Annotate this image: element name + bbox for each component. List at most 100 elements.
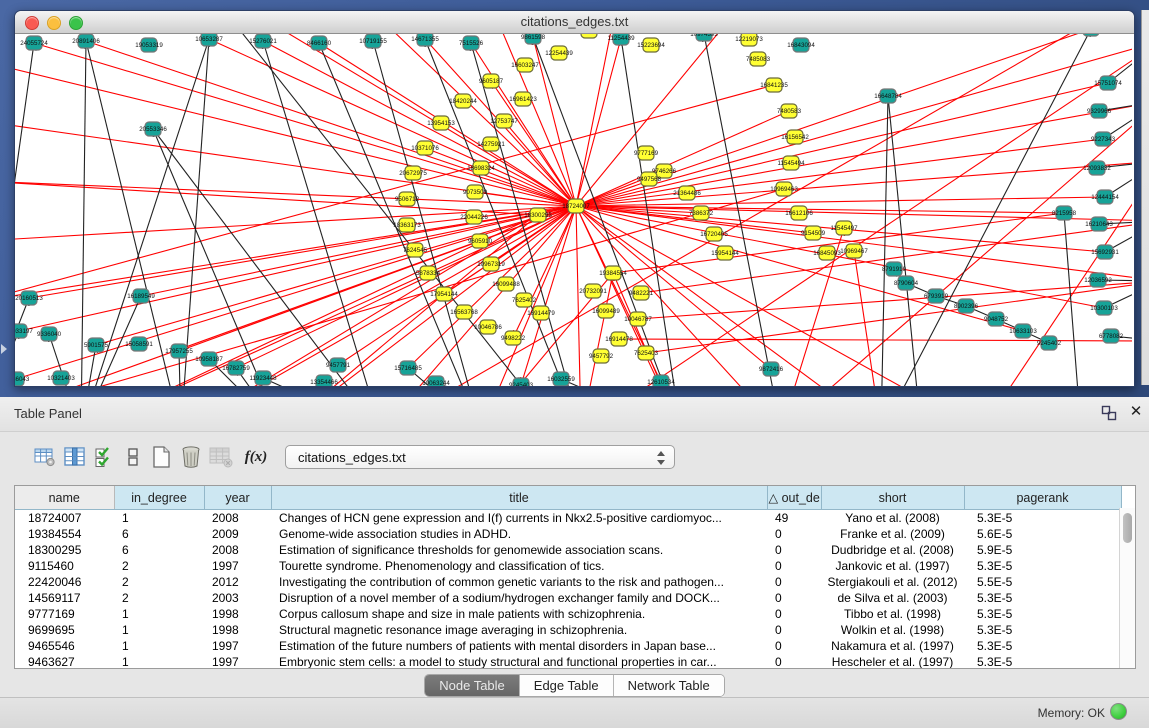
graph-edge[interactable] (16, 206, 576, 379)
table-row[interactable]: 1830029562008Estimation of significance … (15, 542, 1121, 558)
table-cell[interactable]: 0 (767, 654, 821, 669)
table-cell[interactable]: Structural magnetic resonance image aver… (271, 622, 767, 638)
table-cell[interactable]: Estimation of the future numbers of pati… (271, 638, 767, 654)
graph-edge[interactable] (15, 206, 576, 386)
table-cell[interactable]: 2008 (204, 510, 271, 527)
table-cell[interactable]: 6 (114, 526, 204, 542)
table-row[interactable]: 1872400712008Changes of HCN gene express… (15, 510, 1121, 527)
table-cell[interactable]: 1 (114, 606, 204, 622)
table-cell[interactable]: Jankovic et al. (1997) (821, 558, 964, 574)
table-cell[interactable]: 1997 (204, 558, 271, 574)
table-select-dropdown[interactable]: citations_edges.txt (285, 445, 675, 469)
table-row[interactable]: 1938455462009Genome-wide association stu… (15, 526, 1121, 542)
table-cell[interactable]: 1998 (204, 622, 271, 638)
table-cell[interactable]: Estimation of significance thresholds fo… (271, 542, 767, 558)
table-cell[interactable]: Yano et al. (2008) (821, 510, 964, 527)
table-cell[interactable]: 9115460 (15, 558, 114, 574)
table-cell[interactable]: 2009 (204, 526, 271, 542)
graph-edge[interactable] (854, 251, 881, 386)
graph-edge[interactable] (888, 96, 921, 386)
tab-network-table[interactable]: Network Table (614, 675, 724, 696)
graph-edge[interactable] (576, 83, 1108, 206)
column-header[interactable]: in_degree (114, 486, 204, 510)
table-row[interactable]: 1456911722003Disruption of a novel membe… (15, 590, 1121, 606)
table-cell[interactable]: Franke et al. (2009) (821, 526, 964, 542)
network-window[interactable]: citations_edges.txt 24055724208914061905… (14, 10, 1135, 387)
graph-edge[interactable] (15, 189, 784, 386)
table-cell[interactable]: 1 (114, 510, 204, 527)
graph-edge[interactable] (15, 121, 576, 206)
table-cell[interactable]: 5.3E-5 (964, 638, 1121, 654)
table-row[interactable]: 2242004622012Investigating the contribut… (15, 574, 1121, 590)
table-cell[interactable]: 9699695 (15, 622, 114, 638)
table-cell[interactable]: 18724007 (15, 510, 114, 527)
table-cell[interactable]: 1997 (204, 638, 271, 654)
table-cell[interactable]: 1998 (204, 606, 271, 622)
select-columns-button[interactable] (62, 443, 88, 471)
table-cell[interactable]: 14569117 (15, 590, 114, 606)
delete-rows-button[interactable] (178, 443, 204, 471)
column-header[interactable]: short (821, 486, 964, 510)
table-cell[interactable]: 0 (767, 638, 821, 654)
tab-node-table[interactable]: Node Table (425, 675, 520, 696)
network-window-titlebar[interactable]: citations_edges.txt (15, 11, 1134, 34)
table-cell[interactable]: 5.3E-5 (964, 510, 1121, 527)
table-cell[interactable]: 5.9E-5 (964, 542, 1121, 558)
close-panel-icon[interactable]: ✕ (1128, 404, 1144, 420)
table-cell[interactable]: 0 (767, 606, 821, 622)
graph-edge[interactable] (81, 39, 209, 386)
graph-edge[interactable] (576, 206, 881, 386)
column-header[interactable]: title (271, 486, 767, 510)
scrollbar-thumb[interactable] (1123, 513, 1132, 543)
table-row[interactable]: 946554611997Estimation of the future num… (15, 638, 1121, 654)
table-cell[interactable]: 0 (767, 590, 821, 606)
table-cell[interactable]: 1997 (204, 654, 271, 669)
table-cell[interactable]: 1 (114, 622, 204, 638)
table-cell[interactable]: 5.3E-5 (964, 622, 1121, 638)
table-cell[interactable]: 2012 (204, 574, 271, 590)
table-cell[interactable]: 9465546 (15, 638, 114, 654)
table-cell[interactable]: 0 (767, 558, 821, 574)
table-cell[interactable]: 5.6E-5 (964, 526, 1121, 542)
show-rows-button[interactable] (120, 443, 146, 471)
column-header[interactable]: year (204, 486, 271, 510)
table-vertical-scrollbar[interactable] (1119, 508, 1135, 668)
graph-edge[interactable] (881, 96, 888, 386)
table-cell[interactable]: 2 (114, 558, 204, 574)
table-row[interactable]: 977716911998Corpus callosum shape and si… (15, 606, 1121, 622)
table-cell[interactable]: Tourette syndrome. Phenomenology and cla… (271, 558, 767, 574)
float-panel-icon[interactable] (1101, 405, 1117, 421)
graph-edge[interactable] (81, 41, 86, 386)
table-cell[interactable]: 2008 (204, 542, 271, 558)
table-cell[interactable]: 2 (114, 574, 204, 590)
table-cell[interactable]: Nakamura et al. (1997) (821, 638, 964, 654)
graph-edge[interactable] (576, 197, 1105, 206)
table-cell[interactable]: 5.3E-5 (964, 590, 1121, 606)
table-cell[interactable]: 2003 (204, 590, 271, 606)
column-header[interactable]: pagerank (964, 486, 1121, 510)
table-cell[interactable]: Genome-wide association studies in ADHD. (271, 526, 767, 542)
column-header[interactable]: name (15, 486, 114, 510)
table-cell[interactable]: 19384554 (15, 526, 114, 542)
table-cell[interactable]: 2 (114, 590, 204, 606)
new-table-button[interactable] (148, 443, 174, 471)
table-cell[interactable]: Corpus callosum shape and size in male p… (271, 606, 767, 622)
panel-collapse-arrow-icon[interactable] (1, 344, 7, 354)
table-row[interactable]: 969969511998Structural magnetic resonanc… (15, 622, 1121, 638)
graph-edge[interactable] (1064, 213, 1081, 386)
table-cell[interactable]: 5.5E-5 (964, 574, 1121, 590)
function-builder-button[interactable]: f(x) (240, 443, 272, 471)
tab-edge-table[interactable]: Edge Table (520, 675, 614, 696)
graph-edge[interactable] (638, 281, 1132, 319)
table-cell[interactable]: 18300295 (15, 542, 114, 558)
table-cell[interactable]: Embryonic stem cells: a model to study s… (271, 654, 767, 669)
network-canvas[interactable]: 2405572420891406190533191065328715276021… (15, 34, 1132, 386)
table-cell[interactable]: 0 (767, 574, 821, 590)
select-all-columns-button[interactable] (92, 443, 118, 471)
table-cell[interactable]: Changes of HCN gene expression and I(f) … (271, 510, 767, 527)
graph-edge[interactable] (576, 206, 581, 386)
table-cell[interactable]: Dudbridge et al. (2008) (821, 542, 964, 558)
graph-edge[interactable] (576, 38, 621, 206)
table-cell[interactable]: Stergiakouli et al. (2012) (821, 574, 964, 590)
table-cell[interactable]: 6 (114, 542, 204, 558)
